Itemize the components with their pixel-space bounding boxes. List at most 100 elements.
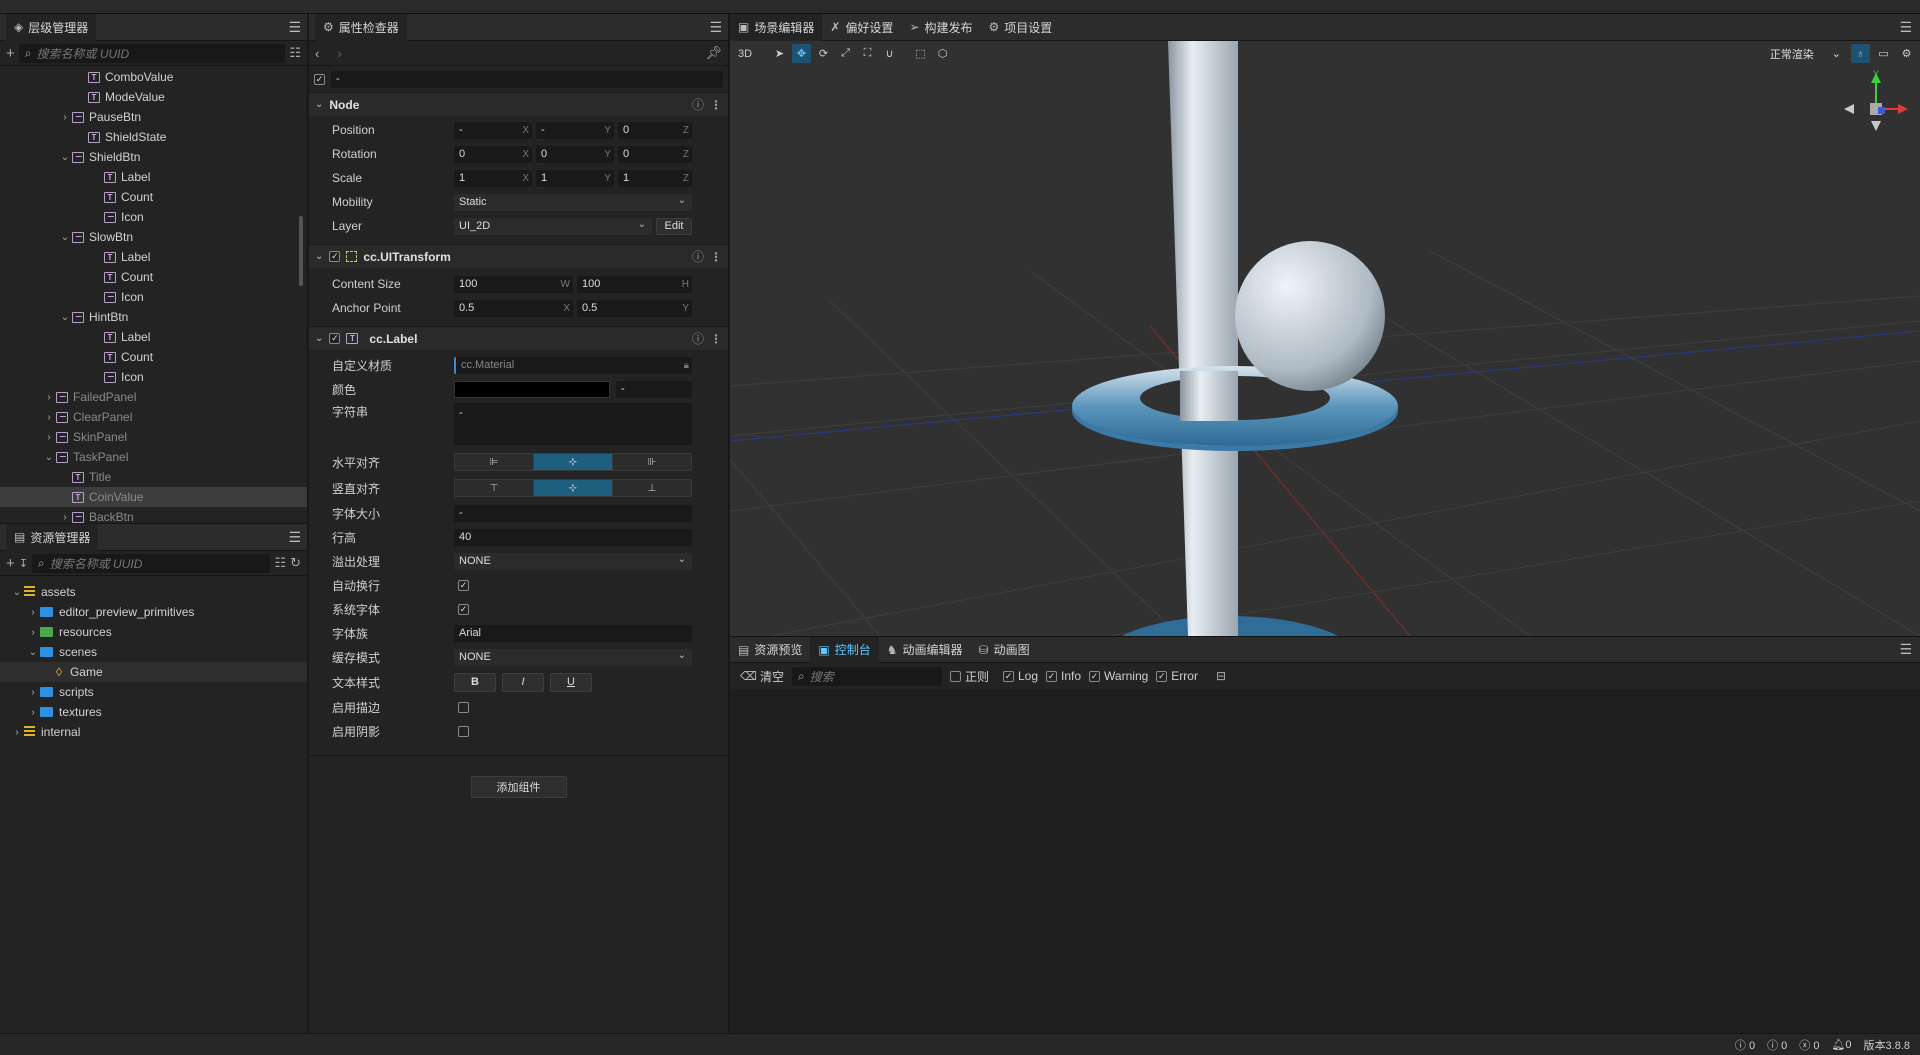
tab-assets[interactable]: ▤ 资源管理器: [6, 524, 99, 551]
fontsize-field[interactable]: -: [454, 504, 692, 522]
mobility-select[interactable]: Static ⌄: [454, 193, 692, 211]
align-top-icon[interactable]: ⊤: [455, 480, 534, 496]
expand-arrow-icon[interactable]: ›: [26, 687, 40, 698]
expand-arrow-icon[interactable]: ›: [42, 412, 56, 423]
tab-console[interactable]: ▣ 控制台: [810, 637, 879, 663]
warning-checkbox[interactable]: ✓: [1089, 670, 1101, 682]
expand-arrow-icon[interactable]: ⌄: [58, 312, 72, 323]
collapse-icon[interactable]: ☷: [274, 555, 286, 571]
expand-arrow-icon[interactable]: ⌄: [10, 587, 24, 598]
tree-item[interactable]: T Label: [0, 247, 307, 267]
italic-button[interactable]: I: [502, 672, 544, 692]
tab-preferences[interactable]: ✗ 偏好设置: [822, 14, 901, 41]
bold-button[interactable]: B: [454, 672, 496, 692]
tree-item[interactable]: T Count: [0, 347, 307, 367]
more-icon[interactable]: ⋮: [710, 332, 722, 346]
align-center-icon[interactable]: ⊹: [534, 454, 613, 470]
expand-arrow-icon[interactable]: ›: [26, 707, 40, 718]
menu-icon[interactable]: ☰: [288, 529, 301, 546]
uitransform-section-header[interactable]: ⌄ ✓ cc.UITransform ⓘ ⋮: [309, 244, 728, 268]
scale-y-field[interactable]: 1Y: [536, 169, 614, 187]
camera-icon[interactable]: ▭: [1874, 44, 1893, 63]
content-height-field[interactable]: 100 H: [577, 275, 692, 293]
lineheight-field[interactable]: 40: [454, 528, 692, 546]
component-enabled-checkbox[interactable]: ✓: [329, 251, 341, 262]
underline-button[interactable]: U: [550, 672, 592, 692]
pin-icon[interactable]: 📌︎: [705, 45, 722, 61]
tree-item[interactable]: T Count: [0, 187, 307, 207]
move-tool-icon[interactable]: ✥: [792, 44, 811, 63]
regex-toggle[interactable]: 正则: [949, 668, 989, 685]
content-width-field[interactable]: 100 W: [454, 275, 573, 293]
tree-item[interactable]: › BackBtn: [0, 507, 307, 523]
refresh-icon[interactable]: ↻: [290, 555, 301, 571]
notification-count[interactable]: 🔔︎0: [1831, 1038, 1851, 1051]
help-icon[interactable]: ⓘ: [692, 330, 704, 347]
collapse-icon[interactable]: ☷: [289, 45, 301, 61]
rotation-x-field[interactable]: 0X: [454, 145, 532, 163]
tree-item[interactable]: ⌄ TaskPanel: [0, 447, 307, 467]
asset-item[interactable]: › scripts: [0, 682, 307, 702]
node-active-checkbox[interactable]: ✓: [314, 73, 325, 85]
color-swatch[interactable]: [454, 380, 610, 398]
expand-arrow-icon[interactable]: ⌄: [58, 232, 72, 243]
log-checkbox[interactable]: ✓: [1003, 670, 1014, 682]
tab-inspector[interactable]: ⚙ 属性检查器: [315, 14, 407, 41]
tree-item[interactable]: › SkinPanel: [0, 427, 307, 447]
lock-icon[interactable]: 🔒︎: [684, 360, 689, 371]
menu-icon[interactable]: ☰: [1899, 641, 1912, 658]
more-icon[interactable]: ⋮: [710, 98, 722, 112]
node-name-field[interactable]: -: [331, 70, 723, 88]
tree-item[interactable]: Icon: [0, 207, 307, 227]
snap-tool-icon[interactable]: ∪: [880, 44, 899, 63]
shadow-checkbox[interactable]: [458, 725, 469, 737]
expand-arrow-icon[interactable]: ›: [42, 392, 56, 403]
tree-item[interactable]: ⌄ SlowBtn: [0, 227, 307, 247]
material-field[interactable]: cc.Material 🔒︎: [454, 356, 692, 374]
tab-scene-editor[interactable]: ▣ 场景编辑器: [730, 14, 823, 41]
regex-checkbox[interactable]: [949, 670, 961, 682]
menu-icon[interactable]: ☰: [288, 19, 301, 36]
node-section-header[interactable]: ⌄ Node ⓘ ⋮: [309, 92, 728, 116]
align-bottom-icon[interactable]: ⊥: [613, 480, 691, 496]
rect-tool-icon[interactable]: ⛶: [858, 44, 877, 63]
asset-item[interactable]: ⌄ assets: [0, 582, 307, 602]
tree-item[interactable]: ⌄ ShieldBtn: [0, 147, 307, 167]
align-middle-icon[interactable]: ⊹: [534, 480, 613, 496]
add-icon[interactable]: +: [6, 555, 15, 572]
expand-arrow-icon[interactable]: ›: [58, 512, 72, 523]
rotate-tool-icon[interactable]: ⟳: [814, 44, 833, 63]
menu-icon[interactable]: ☰: [709, 19, 722, 36]
tree-item[interactable]: T ShieldState: [0, 127, 307, 147]
cache-select[interactable]: NONE ⌄: [454, 648, 692, 666]
label-section-header[interactable]: ⌄ ✓ T cc.Label ⓘ ⋮: [309, 326, 728, 350]
tab-animation-graph[interactable]: ⛁ 动画图: [971, 637, 1038, 663]
tab-hierarchy[interactable]: ◈ 层级管理器: [6, 14, 97, 41]
tab-animation-editor[interactable]: ♞ 动画编辑器: [879, 637, 971, 663]
tree-item[interactable]: › PauseBtn: [0, 107, 307, 127]
error-count[interactable]: ⓧ 0: [1799, 1037, 1819, 1053]
expand-arrow-icon[interactable]: ›: [58, 112, 72, 123]
tab-project-settings[interactable]: ⚙ 项目设置: [981, 14, 1061, 41]
clear-button[interactable]: ⌫ 清空: [740, 668, 784, 685]
asset-item[interactable]: › editor_preview_primitives: [0, 602, 307, 622]
scale-x-field[interactable]: 1X: [454, 169, 532, 187]
scrollbar-thumb[interactable]: [299, 216, 303, 286]
asset-item[interactable]: › textures: [0, 702, 307, 722]
align-left-icon[interactable]: ⊫: [455, 454, 534, 470]
mode-3d-button[interactable]: 3D: [734, 44, 756, 63]
tree-item[interactable]: Icon: [0, 287, 307, 307]
string-textarea[interactable]: -: [454, 403, 692, 445]
info-checkbox[interactable]: ✓: [1046, 670, 1058, 682]
anchor-y-field[interactable]: 0.5 Y: [577, 299, 692, 317]
align-right-icon[interactable]: ⊪: [613, 454, 691, 470]
add-component-button[interactable]: 添加组件: [470, 776, 567, 798]
add-icon[interactable]: +: [6, 45, 15, 62]
outline-checkbox[interactable]: [458, 701, 469, 713]
tab-asset-preview[interactable]: ▤ 资源预览: [730, 637, 810, 663]
error-checkbox[interactable]: ✓: [1156, 670, 1168, 682]
forward-icon[interactable]: ›: [337, 46, 341, 61]
view-gizmo[interactable]: Y: [1840, 69, 1910, 149]
tree-item[interactable]: T ModeValue: [0, 87, 307, 107]
color-hex-field[interactable]: -: [616, 380, 692, 398]
